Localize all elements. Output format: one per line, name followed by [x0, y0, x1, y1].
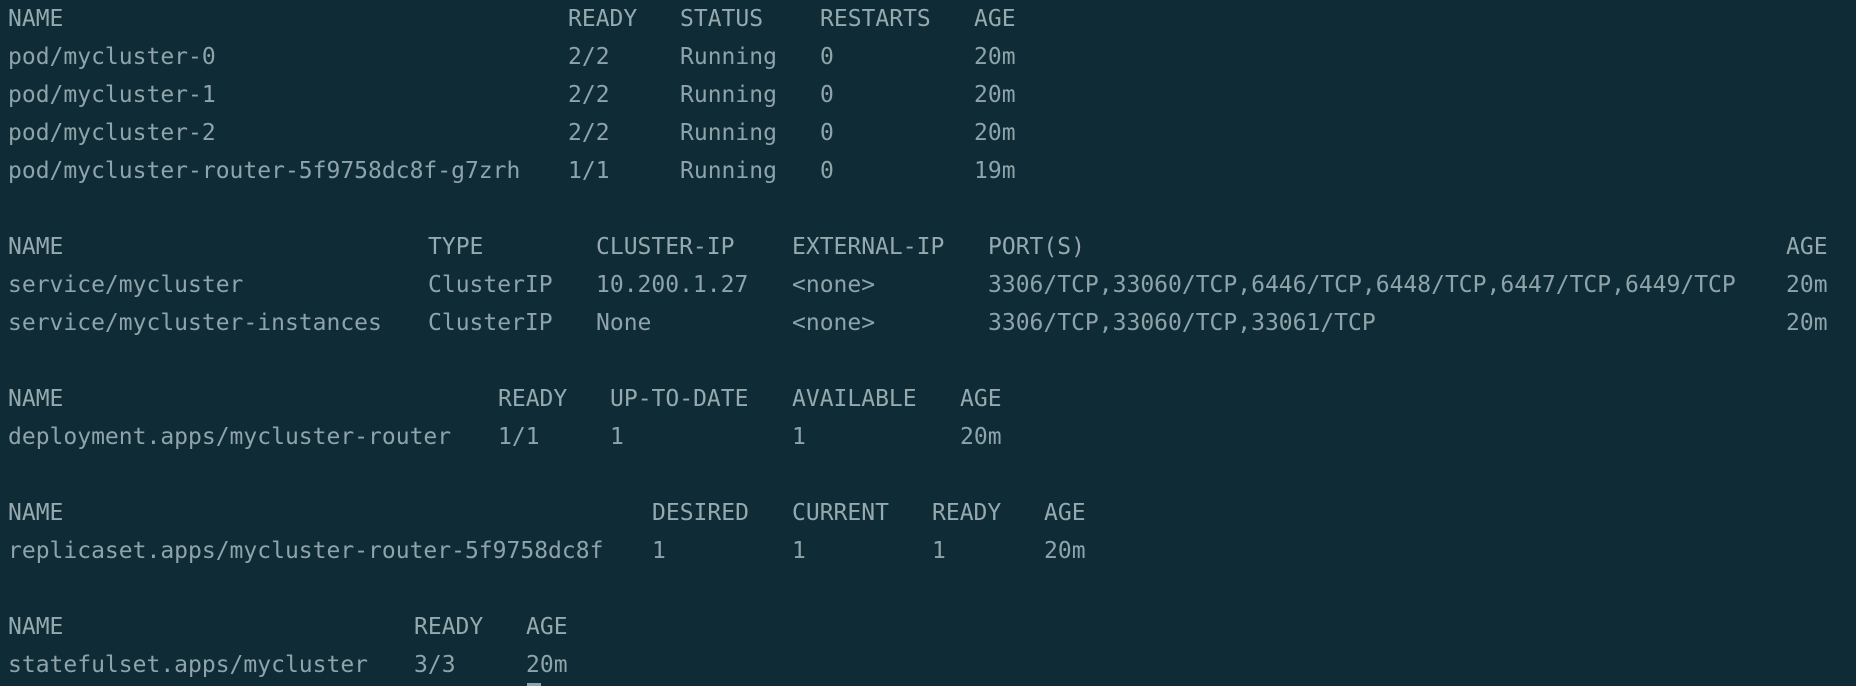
header-name: NAME [8, 614, 64, 640]
statefulsets-header-row: NAME READY AGE [0, 608, 1856, 646]
pod-status: Running [680, 158, 777, 184]
header-age: AGE [526, 614, 568, 640]
deployment-available: 1 [792, 424, 806, 450]
header-ready: READY [932, 500, 1002, 526]
terminal-window[interactable]: NAME READY STATUS RESTARTS AGE pod/myclu… [0, 0, 1856, 686]
pod-restarts: 0 [820, 82, 834, 108]
service-row: service/mycluster-instances ClusterIP No… [0, 304, 1856, 342]
service-type: ClusterIP [428, 310, 553, 336]
service-ports: 3306/TCP,33060/TCP,6446/TCP,6448/TCP,644… [988, 272, 1736, 298]
pod-restarts: 0 [820, 158, 834, 184]
statefulset-row: statefulset.apps/mycluster 3/3 20m [0, 646, 1856, 684]
header-ports: PORT(S) [988, 234, 1085, 260]
pod-restarts: 0 [820, 44, 834, 70]
deployment-row: deployment.apps/mycluster-router 1/1 1 1… [0, 418, 1856, 456]
pod-ready: 2/2 [568, 44, 610, 70]
service-external-ip: <none> [792, 272, 876, 298]
header-age: AGE [960, 386, 1002, 412]
deployment-ready: 1/1 [498, 424, 540, 450]
replicaset-desired: 1 [652, 538, 666, 564]
header-age: AGE [1786, 234, 1828, 260]
service-cluster-ip: None [596, 310, 652, 336]
service-external-ip: <none> [792, 310, 876, 336]
header-ready: READY [568, 6, 638, 32]
pod-row: pod/mycluster-1 2/2 Running 0 20m [0, 76, 1856, 114]
service-name: service/mycluster-instances [8, 310, 382, 336]
statefulset-age: 20m [526, 652, 568, 678]
header-age: AGE [974, 6, 1016, 32]
replicaset-ready: 1 [932, 538, 946, 564]
header-name: NAME [8, 234, 64, 260]
pod-status: Running [680, 44, 777, 70]
deployment-name: deployment.apps/mycluster-router [8, 424, 452, 450]
pod-age: 19m [974, 158, 1016, 184]
pod-age: 20m [974, 120, 1016, 146]
header-age: AGE [1044, 500, 1086, 526]
header-external-ip: EXTERNAL-IP [792, 234, 945, 260]
header-available: AVAILABLE [792, 386, 917, 412]
header-name: NAME [8, 500, 64, 526]
service-cluster-ip: 10.200.1.27 [596, 272, 749, 298]
pod-status: Running [680, 120, 777, 146]
pod-status: Running [680, 82, 777, 108]
statefulset-ready: 3/3 [414, 652, 456, 678]
replicaset-name: replicaset.apps/mycluster-router-5f9758d… [8, 538, 604, 564]
replicaset-row: replicaset.apps/mycluster-router-5f9758d… [0, 532, 1856, 570]
header-cluster-ip: CLUSTER-IP [596, 234, 735, 260]
header-name: NAME [8, 6, 64, 32]
pod-row: pod/mycluster-0 2/2 Running 0 20m [0, 38, 1856, 76]
deployments-header-row: NAME READY UP-TO-DATE AVAILABLE AGE [0, 380, 1856, 418]
header-status: STATUS [680, 6, 764, 32]
header-ready: READY [498, 386, 568, 412]
pod-age: 20m [974, 44, 1016, 70]
service-ports: 3306/TCP,33060/TCP,33061/TCP [988, 310, 1376, 336]
pod-name: pod/mycluster-0 [8, 44, 216, 70]
statefulset-name: statefulset.apps/mycluster [8, 652, 369, 678]
service-row: service/mycluster ClusterIP 10.200.1.27 … [0, 266, 1856, 304]
header-desired: DESIRED [652, 500, 749, 526]
deployment-age: 20m [960, 424, 1002, 450]
pod-row: pod/mycluster-router-5f9758dc8f-g7zrh 1/… [0, 152, 1856, 190]
services-header-row: NAME TYPE CLUSTER-IP EXTERNAL-IP PORT(S)… [0, 228, 1856, 266]
header-ready: READY [414, 614, 484, 640]
header-name: NAME [8, 386, 64, 412]
deployment-up-to-date: 1 [610, 424, 624, 450]
pod-ready: 2/2 [568, 120, 610, 146]
header-restarts: RESTARTS [820, 6, 931, 32]
service-age: 20m [1786, 272, 1828, 298]
replicaset-age: 20m [1044, 538, 1086, 564]
pod-name: pod/mycluster-router-5f9758dc8f-g7zrh [8, 158, 521, 184]
service-name: service/mycluster [8, 272, 244, 298]
pod-restarts: 0 [820, 120, 834, 146]
replicaset-current: 1 [792, 538, 806, 564]
service-type: ClusterIP [428, 272, 553, 298]
header-type: TYPE [428, 234, 484, 260]
pod-ready: 2/2 [568, 82, 610, 108]
pod-name: pod/mycluster-1 [8, 82, 216, 108]
pod-row: pod/mycluster-2 2/2 Running 0 20m [0, 114, 1856, 152]
replicasets-header-row: NAME DESIRED CURRENT READY AGE [0, 494, 1856, 532]
pod-name: pod/mycluster-2 [8, 120, 216, 146]
header-up-to-date: UP-TO-DATE [610, 386, 749, 412]
service-age: 20m [1786, 310, 1828, 336]
pod-ready: 1/1 [568, 158, 610, 184]
pod-age: 20m [974, 82, 1016, 108]
header-current: CURRENT [792, 500, 889, 526]
pods-header-row: NAME READY STATUS RESTARTS AGE [0, 0, 1856, 38]
